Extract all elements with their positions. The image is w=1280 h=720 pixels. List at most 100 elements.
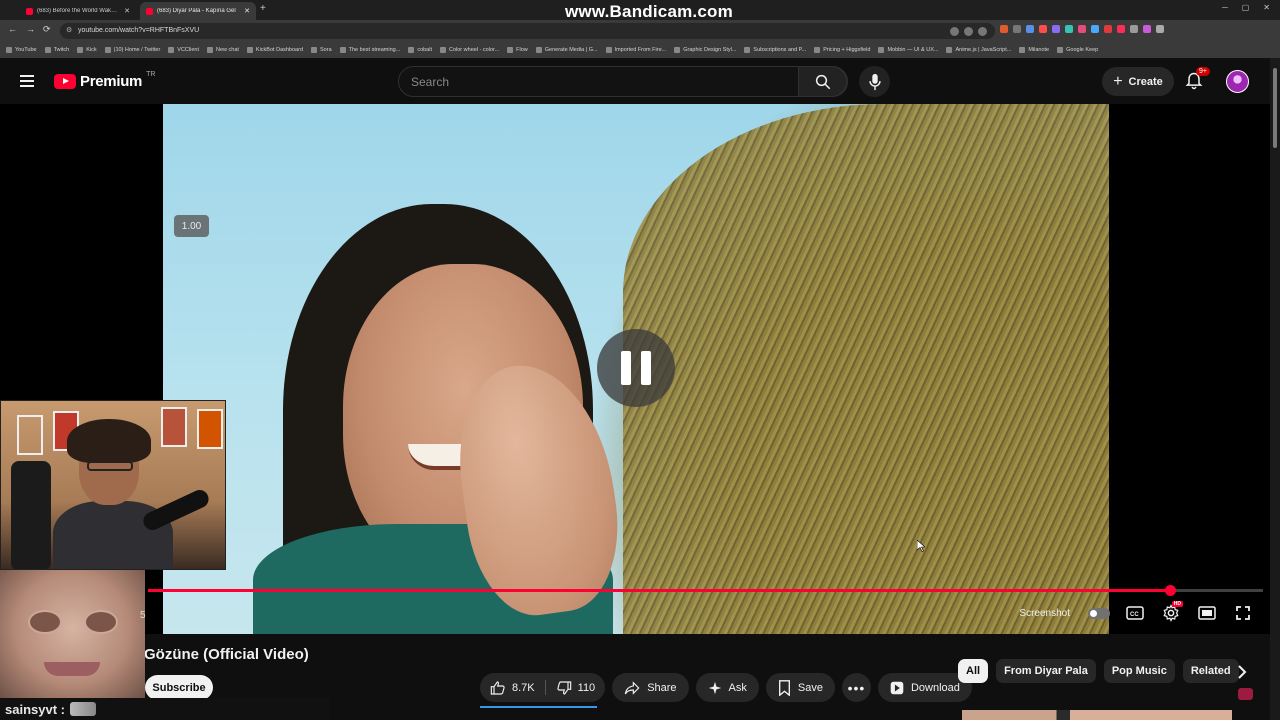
- related-thumbnails-strip[interactable]: [962, 710, 1232, 720]
- bookmark-star-icon[interactable]: [978, 27, 987, 36]
- bookmark-favicon-icon: [206, 47, 213, 53]
- reload-icon[interactable]: ⟳: [43, 24, 51, 35]
- close-window-icon[interactable]: ✕: [1263, 3, 1270, 12]
- bookmark-item[interactable]: Google Keep: [1057, 47, 1098, 53]
- settings-button[interactable]: HD: [1160, 601, 1183, 624]
- close-tab-icon[interactable]: ✕: [244, 7, 250, 15]
- bookmark-item[interactable]: The best streaming...: [339, 47, 400, 53]
- bookmark-favicon-icon: [339, 47, 346, 53]
- like-button[interactable]: 8.7K: [480, 673, 545, 702]
- bookmark-item[interactable]: KickBot Dashboard: [246, 47, 303, 53]
- voice-search-button[interactable]: [859, 66, 890, 97]
- bookmark-item[interactable]: Milanote: [1019, 47, 1049, 53]
- hd-badge: HD: [1171, 601, 1183, 607]
- bookmark-label: Mobbin — UI & UX...: [887, 47, 939, 53]
- bookmark-item[interactable]: Pricing + Higgsfield: [814, 47, 870, 53]
- extension-icon[interactable]: [1039, 25, 1047, 33]
- ask-button[interactable]: Ask: [695, 673, 759, 702]
- like-dislike-group: 8.7K 110: [480, 673, 606, 702]
- search-button[interactable]: [798, 66, 847, 97]
- create-button[interactable]: + Create: [1102, 67, 1174, 96]
- video-actions: 8.7K 110 Share Ask Save ••• Download: [480, 673, 972, 702]
- youtube-premium-logo[interactable]: Premium TR: [54, 71, 156, 90]
- subscribe-button[interactable]: Subscribe: [145, 675, 213, 700]
- bookmark-item[interactable]: Anime.js | JavaScript...: [946, 47, 1011, 53]
- theater-mode-button[interactable]: [1196, 602, 1218, 624]
- cast-icon[interactable]: [964, 27, 973, 36]
- progress-scrubber[interactable]: [1165, 585, 1177, 596]
- url-field[interactable]: ⚙ youtube.com/watch?v=RHFTBnFsXVU: [60, 23, 995, 39]
- extension-icon[interactable]: [1117, 25, 1125, 33]
- more-actions-button[interactable]: •••: [841, 673, 871, 702]
- maximize-icon[interactable]: ▢: [1242, 3, 1250, 12]
- bookmark-item[interactable]: Sora: [311, 47, 332, 53]
- minimize-icon[interactable]: ─: [1222, 3, 1228, 12]
- zoom-icon[interactable]: [950, 27, 959, 36]
- filter-chip[interactable]: All: [958, 659, 989, 683]
- notifications-button[interactable]: 9+: [1184, 67, 1210, 91]
- bookmark-label: (10) Home / Twitter: [113, 47, 161, 53]
- search-input[interactable]: [399, 67, 799, 96]
- bookmark-item[interactable]: Kick: [77, 47, 97, 53]
- extension-icon[interactable]: [1052, 25, 1060, 33]
- dislike-button[interactable]: 110: [546, 673, 606, 702]
- bookmark-item[interactable]: Graphic Design Styl...: [674, 47, 736, 53]
- browser-tab-active[interactable]: (683) Diyar Pala - Kapına Gel ✕: [140, 2, 256, 20]
- menu-dots-icon[interactable]: [1156, 25, 1164, 33]
- bookmark-item[interactable]: Subscriptions and P...: [744, 47, 806, 53]
- extension-icon[interactable]: [1013, 25, 1021, 33]
- bookmark-item[interactable]: Twitch: [44, 47, 69, 53]
- extension-icon[interactable]: [1078, 25, 1086, 33]
- bookmark-item[interactable]: (10) Home / Twitter: [104, 47, 161, 53]
- browser-tab[interactable]: (683) Before the World Wakes U ✕: [20, 2, 136, 20]
- chevron-right-icon: [1238, 665, 1247, 679]
- bookmark-item[interactable]: Imported From Fire...: [605, 47, 666, 53]
- site-info-icon[interactable]: ⚙: [66, 23, 72, 39]
- chat-overlay: sainsyvt :: [0, 698, 330, 720]
- pause-icon: [641, 351, 651, 385]
- extension-icon[interactable]: [1091, 25, 1099, 33]
- bookmark-item[interactable]: YouTube: [6, 47, 37, 53]
- bookmark-item[interactable]: VCClient: [168, 47, 199, 53]
- bookmark-item[interactable]: Flow: [507, 47, 528, 53]
- bookmark-favicon-icon: [440, 47, 446, 53]
- chips-next-button[interactable]: [1232, 662, 1252, 682]
- close-tab-icon[interactable]: ✕: [124, 7, 130, 15]
- hamburger-menu-icon[interactable]: [20, 75, 34, 87]
- save-button[interactable]: Save: [765, 673, 835, 702]
- profile-icon[interactable]: [1143, 25, 1151, 33]
- fullscreen-button[interactable]: [1232, 602, 1254, 624]
- youtube-play-logo-icon: [54, 74, 76, 89]
- bookmark-favicon-icon: [44, 47, 51, 53]
- autoplay-toggle[interactable]: [1088, 607, 1110, 619]
- share-button[interactable]: Share: [612, 673, 689, 702]
- bookmark-item[interactable]: Mobbin — UI & UX...: [878, 47, 938, 53]
- bookmark-item[interactable]: cobalt: [408, 47, 432, 53]
- progress-bar[interactable]: [148, 585, 1263, 596]
- filter-chip[interactable]: Related: [1182, 659, 1239, 683]
- bookmark-item[interactable]: Generate Media | G...: [535, 47, 598, 53]
- bookmark-label: YouTube: [15, 47, 37, 53]
- pause-button[interactable]: [597, 329, 675, 407]
- account-avatar[interactable]: [1226, 70, 1249, 93]
- chat-username: sainsyvt :: [5, 701, 65, 717]
- scrollbar-thumb[interactable]: [1273, 68, 1277, 148]
- bookmark-favicon-icon: [1019, 47, 1026, 53]
- bookmark-item[interactable]: New chat: [206, 47, 239, 53]
- eye-closeup: [28, 610, 62, 634]
- captions-button[interactable]: CC: [1124, 602, 1146, 624]
- extension-icon[interactable]: [1065, 25, 1073, 33]
- extension-icon[interactable]: [1130, 25, 1138, 33]
- filter-chip[interactable]: Pop Music: [1103, 659, 1175, 683]
- forward-icon[interactable]: →: [26, 24, 35, 34]
- bookmark-favicon-icon: [6, 47, 12, 53]
- extension-icon[interactable]: [1104, 25, 1112, 33]
- back-icon[interactable]: ←: [8, 24, 17, 34]
- extension-icon[interactable]: [1000, 25, 1008, 33]
- new-tab-icon[interactable]: +: [260, 3, 266, 14]
- bookmark-item[interactable]: Color wheel - color...: [440, 47, 499, 53]
- page-scrollbar[interactable]: [1270, 58, 1280, 720]
- filter-chip[interactable]: From Diyar Pala: [996, 659, 1096, 683]
- extension-icon[interactable]: [1026, 25, 1034, 33]
- country-code: TR: [146, 71, 156, 78]
